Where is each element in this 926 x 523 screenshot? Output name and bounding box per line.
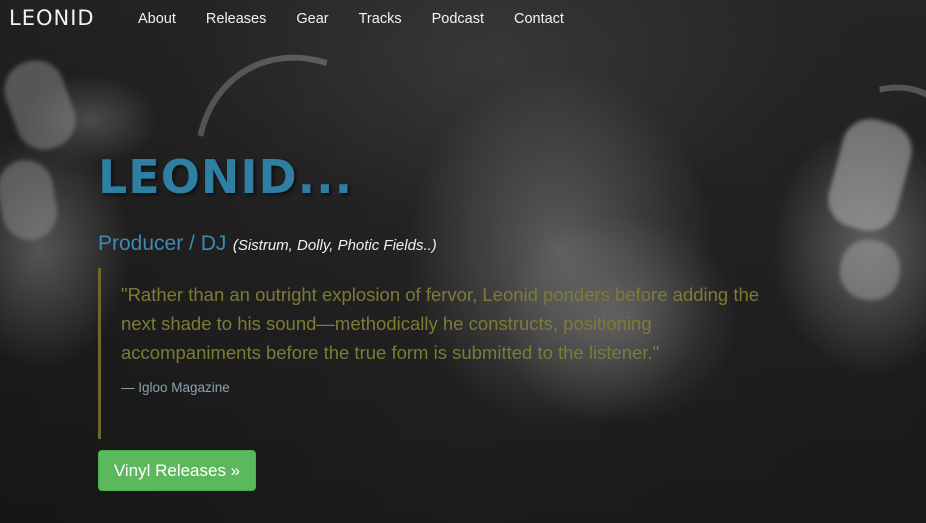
nav-link-about[interactable]: About: [123, 0, 191, 38]
brand-logo[interactable]: LEONID: [9, 6, 95, 30]
background-shade: [0, 0, 926, 523]
role-text: Producer / DJ: [98, 232, 227, 255]
vinyl-releases-button[interactable]: Vinyl Releases »: [98, 450, 256, 491]
nav-link-podcast[interactable]: Podcast: [417, 0, 499, 38]
aliases-text: (Sistrum, Dolly, Photic Fields..): [232, 237, 437, 254]
hero-title: LEONID...: [98, 150, 354, 204]
press-quote: "Rather than an outright explosion of fe…: [98, 268, 778, 439]
quote-citation: — Igloo Magazine: [121, 380, 230, 395]
top-navbar: LEONID About Releases Gear Tracks Podcas…: [0, 0, 926, 38]
nav-link-releases[interactable]: Releases: [191, 0, 281, 38]
nav-link-contact[interactable]: Contact: [499, 0, 579, 38]
hero-subtitle: Producer / DJ (Sistrum, Dolly, Photic Fi…: [98, 232, 437, 256]
quote-text: "Rather than an outright explosion of fe…: [121, 284, 760, 363]
nav-links: About Releases Gear Tracks Podcast Conta…: [123, 0, 579, 38]
nav-link-tracks[interactable]: Tracks: [344, 0, 417, 38]
nav-link-gear[interactable]: Gear: [281, 0, 343, 38]
hero-background-photo: [0, 0, 926, 523]
